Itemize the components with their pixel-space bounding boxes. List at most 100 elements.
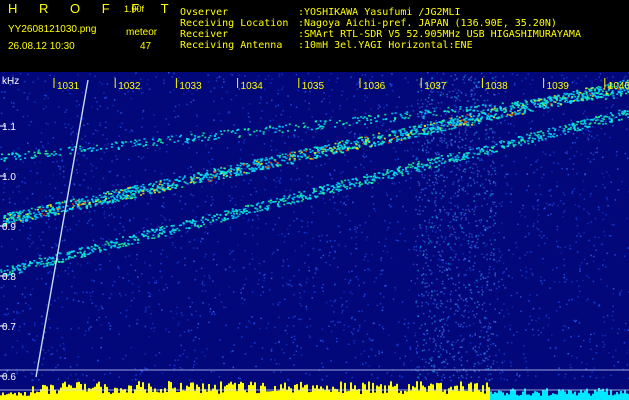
- noise-dot: [141, 370, 143, 372]
- interference-dot: [439, 305, 442, 307]
- interference-dot: [425, 149, 427, 151]
- interference-dot: [419, 250, 422, 252]
- interference-dot: [489, 373, 492, 375]
- main-carrier-trace-dot: [401, 134, 404, 137]
- interference-dot: [447, 225, 449, 227]
- noise-dot: [176, 306, 178, 309]
- noise-dot: [311, 116, 313, 118]
- noise-dot: [286, 258, 289, 261]
- noise-dot: [73, 276, 76, 279]
- main-carrier-trace-dot: [193, 175, 196, 178]
- interference-dot: [421, 234, 424, 237]
- main-carrier-trace-dot: [254, 159, 257, 161]
- main-carrier-trace-dot: [48, 209, 51, 211]
- interference-dot: [433, 364, 436, 366]
- noise-dot: [583, 208, 585, 210]
- noise-dot: [349, 291, 352, 294]
- noise-dot: [94, 129, 97, 131]
- noise-dot: [154, 170, 156, 172]
- main-carrier-trace-dot: [509, 114, 512, 116]
- main-carrier-trace-dot: [127, 187, 129, 189]
- main-carrier-trace-dot: [255, 168, 258, 170]
- noise-dot: [480, 362, 483, 364]
- noise-dot: [514, 82, 516, 85]
- noise-dot: [601, 243, 603, 246]
- interference-dot: [483, 360, 485, 362]
- interference-dot: [475, 279, 478, 282]
- main-carrier-trace-dot: [408, 126, 411, 128]
- noise-dot: [187, 319, 189, 321]
- noise-dot: [31, 379, 33, 382]
- main-carrier-trace-dot: [175, 187, 177, 189]
- interference-dot: [472, 269, 475, 271]
- noise-dot: [353, 328, 355, 330]
- noise-dot: [88, 329, 90, 331]
- noise-dot: [533, 171, 535, 174]
- noise-dot: [368, 215, 370, 217]
- main-carrier-trace-dot: [248, 172, 251, 174]
- main-carrier-trace-dot: [408, 137, 411, 139]
- noise-dot: [271, 272, 273, 274]
- interference-dot: [464, 131, 467, 133]
- noise-dot: [81, 91, 84, 94]
- noise-dot: [576, 137, 578, 139]
- noise-dot: [501, 201, 503, 203]
- noise-dot: [426, 257, 429, 259]
- interference-dot: [481, 293, 483, 296]
- noise-dot: [205, 144, 207, 146]
- interference-dot: [463, 315, 465, 318]
- noise-dot: [617, 189, 620, 191]
- noise-dot: [343, 324, 345, 326]
- noise-dot: [28, 333, 31, 335]
- interference-dot: [470, 93, 473, 96]
- main-carrier-trace-dot: [264, 159, 267, 162]
- noise-dot: [99, 124, 101, 126]
- noise-dot: [349, 228, 351, 231]
- interference-dot: [442, 280, 444, 283]
- main-carrier-trace-dot: [484, 113, 487, 115]
- main-carrier-trace-dot: [285, 157, 288, 160]
- main-carrier-trace-dot: [37, 211, 40, 213]
- noise-dot: [274, 342, 277, 345]
- noise-dot: [124, 239, 127, 241]
- noise-dot: [181, 314, 183, 317]
- noise-dot: [594, 217, 597, 220]
- noise-dot: [455, 341, 457, 343]
- main-carrier-trace-dot: [565, 97, 568, 100]
- noise-dot: [590, 221, 593, 223]
- interference-dot: [457, 194, 460, 197]
- noise-dot: [105, 121, 107, 123]
- noise-dot: [85, 141, 87, 144]
- noise-dot: [486, 132, 489, 134]
- noise-dot: [45, 282, 47, 285]
- interference-dot: [474, 371, 476, 373]
- interference-dot: [468, 235, 471, 238]
- interference-dot: [416, 263, 418, 266]
- interference-dot: [425, 151, 428, 154]
- interference-dot: [431, 99, 433, 101]
- noise-dot: [125, 129, 127, 131]
- noise-dot: [555, 346, 557, 348]
- interference-dot: [431, 317, 433, 319]
- interference-dot: [418, 196, 421, 199]
- interference-dot: [488, 348, 490, 350]
- noise-dot: [580, 153, 583, 156]
- noise-dot: [367, 304, 369, 306]
- main-carrier-trace-dot: [204, 174, 207, 177]
- interference-dot: [446, 274, 449, 277]
- noise-dot: [410, 177, 412, 179]
- noise-dot: [75, 205, 77, 207]
- main-carrier-trace-dot: [343, 146, 346, 148]
- main-carrier-trace-dot: [4, 214, 7, 217]
- interference-dot: [477, 301, 479, 303]
- noise-dot: [268, 159, 270, 161]
- noise-dot: [113, 99, 116, 101]
- noise-dot: [364, 112, 367, 115]
- noise-dot: [498, 349, 500, 351]
- interference-dot: [470, 177, 472, 179]
- noise-dot: [139, 373, 142, 375]
- noise-dot: [41, 277, 43, 280]
- noise-dot: [213, 87, 216, 89]
- interference-dot: [473, 314, 475, 316]
- noise-dot: [372, 322, 375, 325]
